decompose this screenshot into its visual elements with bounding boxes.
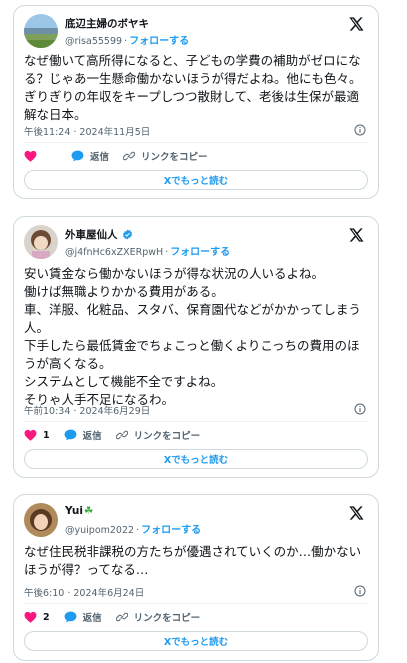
like-button[interactable]: 1: [24, 429, 50, 441]
reply-label: 返信: [82, 431, 102, 442]
link-icon: [123, 151, 136, 161]
verified-badge-icon: [122, 229, 132, 240]
user-handle[interactable]: @yuipom2022: [65, 525, 134, 536]
heart-icon: [24, 150, 37, 162]
read-more-button[interactable]: Xでもっと読む: [24, 170, 368, 190]
display-name[interactable]: 外車屋仙人: [65, 227, 133, 242]
reply-button[interactable]: 返信: [64, 428, 102, 442]
heart-icon: [24, 611, 37, 623]
tweet-timestamp[interactable]: 午後6:10 · 2024年6月24日: [24, 585, 144, 599]
divider: [24, 421, 368, 422]
tweet-actions: 返信 リンクをコピー: [24, 148, 368, 164]
info-icon[interactable]: [354, 124, 366, 136]
tweet-header: 外車屋仙人 @j4fnHc6xZXERpwH · フォローする: [24, 225, 368, 265]
read-more-button[interactable]: Xでもっと読む: [24, 449, 368, 469]
read-more-button[interactable]: Xでもっと読む: [24, 631, 368, 651]
copy-link-label: リンクをコピー: [133, 431, 201, 442]
tweet-card-3: Yui ☘ @yuipom2022 · フォローする なぜ住民税非課税の方たちが優遇…: [13, 494, 379, 661]
x-logo-icon[interactable]: [348, 16, 364, 32]
follow-button[interactable]: フォローする: [129, 36, 189, 47]
reply-label: 返信: [90, 152, 110, 163]
reply-bubble-icon: [64, 611, 77, 623]
display-name[interactable]: 底辺主婦のボヤキ: [65, 16, 149, 31]
copy-link-button[interactable]: リンクをコピー: [115, 610, 201, 624]
divider: [24, 603, 368, 604]
tweet-card-2: 外車屋仙人 @j4fnHc6xZXERpwH · フォローする 安い賃金なら働かない…: [13, 216, 379, 478]
user-handle[interactable]: @risa55599: [65, 36, 122, 47]
tweet-header: 底辺主婦のボヤキ @risa55599 · フォローする: [24, 14, 368, 54]
x-logo-icon[interactable]: [348, 227, 364, 243]
copy-link-button[interactable]: リンクをコピー: [115, 428, 201, 442]
like-count: 2: [43, 611, 50, 623]
tweet-header: Yui ☘ @yuipom2022 · フォローする: [24, 503, 368, 543]
display-name[interactable]: Yui ☘: [65, 505, 93, 517]
follow-button[interactable]: フォローする: [170, 247, 230, 258]
like-count: 1: [43, 429, 50, 441]
avatar[interactable]: [24, 503, 58, 537]
copy-link-label: リンクをコピー: [133, 613, 201, 624]
link-icon: [115, 430, 128, 440]
tweet-text: なぜ住民税非課税の方たちが優遇されていくのか…働かないほうが得？ってなる…: [24, 544, 362, 577]
reply-label: 返信: [82, 613, 102, 624]
handle-line: @yuipom2022 · フォローする: [65, 525, 202, 536]
display-name-text[interactable]: 外車屋仙人: [65, 227, 118, 242]
info-icon[interactable]: [354, 403, 366, 415]
info-icon[interactable]: [354, 585, 366, 597]
clover-emoji: ☘: [83, 505, 94, 517]
tweet-text: なぜ働いて高所得になると、子どもの学費の補助がゼロになる？じゃあ一生懸命働かない…: [24, 53, 362, 122]
user-handle[interactable]: @j4fnHc6xZXERpwH: [65, 247, 163, 258]
tweet-text: 安い賃金なら働かないほうが得な状況の人いるよね。 働けば無職よりかかる費用がある…: [24, 266, 361, 407]
like-button[interactable]: 2: [24, 611, 50, 623]
avatar[interactable]: [24, 225, 58, 259]
display-name-text[interactable]: Yui: [65, 505, 83, 517]
copy-link-button[interactable]: リンクをコピー: [123, 149, 208, 163]
handle-line: @j4fnHc6xZXERpwH · フォローする: [65, 247, 231, 258]
tweet-actions: 1 返信 リンクをコピー: [24, 427, 368, 443]
avatar[interactable]: [24, 14, 58, 48]
follow-button[interactable]: フォローする: [141, 525, 201, 536]
like-button[interactable]: [24, 150, 43, 162]
reply-bubble-icon: [64, 429, 77, 441]
reply-button[interactable]: 返信: [71, 149, 109, 163]
tweet-timestamp[interactable]: 午前10:34 · 2024年6月29日: [24, 403, 150, 417]
heart-icon: [24, 429, 37, 441]
tweet-actions: 2 返信 リンクをコピー: [24, 609, 368, 625]
divider: [24, 142, 368, 143]
handle-line: @risa55599 · フォローする: [65, 36, 190, 47]
tweet-card-1: 底辺主婦のボヤキ @risa55599 · フォローする なぜ働いて高所得になると、…: [13, 5, 379, 199]
copy-link-label: リンクをコピー: [141, 152, 208, 163]
link-icon: [115, 612, 128, 622]
tweet-timestamp[interactable]: 午後11:24 · 2024年11月5日: [24, 124, 150, 138]
reply-button[interactable]: 返信: [64, 610, 102, 624]
display-name-text[interactable]: 底辺主婦のボヤキ: [65, 16, 149, 31]
x-logo-icon[interactable]: [348, 505, 364, 521]
reply-bubble-icon: [71, 150, 84, 162]
